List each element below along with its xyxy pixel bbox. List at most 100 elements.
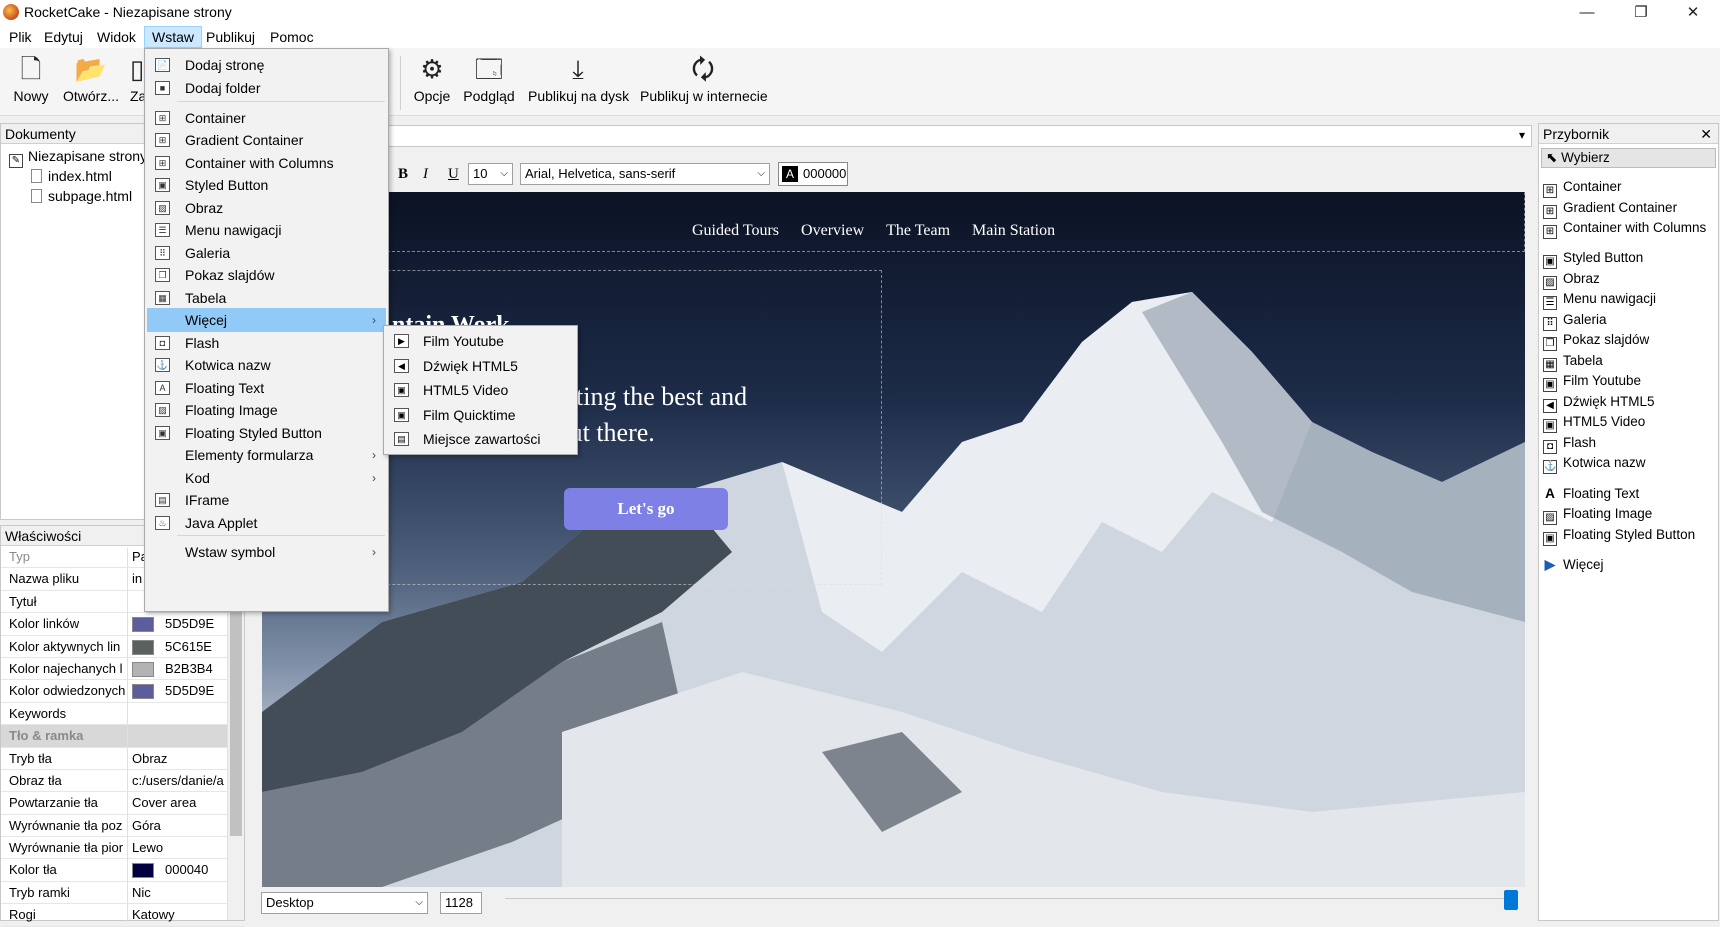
insert-menu-item-gradient-container[interactable]: ⊞ Gradient Container bbox=[147, 128, 386, 152]
toolbox-select[interactable]: ⬉ Wybierz bbox=[1541, 148, 1716, 168]
submenu-item-quicktime[interactable]: ▣ Film Quicktime bbox=[386, 403, 576, 427]
color-swatch[interactable] bbox=[132, 661, 154, 677]
insert-menu-item-table[interactable]: ▦ Tabela bbox=[147, 286, 386, 310]
submenu-item-video[interactable]: ▣ HTML5 Video bbox=[386, 378, 576, 402]
toolbox-item-gradient-container[interactable]: ⊞ Gradient Container bbox=[1543, 198, 1677, 219]
insert-menu-item-image[interactable]: ▨ Obraz bbox=[147, 196, 386, 220]
property-value[interactable]: Cover area bbox=[132, 792, 227, 814]
nav-link-guided-tours[interactable]: Guided Tours bbox=[692, 222, 779, 239]
property-row[interactable]: Kolor linków 5D5D9E bbox=[1, 613, 244, 636]
submenu-item-content-placeholder[interactable]: ▤ Miejsce zawartości bbox=[386, 427, 576, 451]
property-row[interactable]: Obraz tła c:/users/danie/a bbox=[1, 770, 244, 793]
close-button[interactable]: ✕ bbox=[1670, 0, 1716, 26]
toolbox-item-anchor[interactable]: ⚓ Kotwica nazw bbox=[1543, 453, 1646, 474]
close-icon[interactable]: ✕ bbox=[1700, 124, 1712, 144]
toolbox-item-flash[interactable]: ◘ Flash bbox=[1543, 433, 1596, 454]
color-swatch[interactable] bbox=[132, 639, 154, 655]
insert-menu-item-floating-text[interactable]: A Floating Text bbox=[147, 376, 386, 400]
menu-edytuj[interactable]: Edytuj bbox=[37, 26, 90, 48]
property-row[interactable]: Kolor aktywnych lin 5C615E bbox=[1, 636, 244, 658]
toolbox-item-nav-menu[interactable]: ☰ Menu nawigacji bbox=[1543, 289, 1656, 310]
font-family-select[interactable]: Arial, Helvetica, sans-serif ⌵ bbox=[520, 163, 770, 185]
page-width-field[interactable]: 1128 bbox=[440, 892, 482, 914]
insert-menu-item-iframe[interactable]: ▤ IFrame bbox=[147, 488, 386, 512]
toolbox-item-more[interactable]: ▶ Więcej bbox=[1543, 555, 1604, 575]
property-row[interactable]: Keywords bbox=[1, 703, 244, 726]
property-row[interactable]: Wyrównanie tła poz Góra bbox=[1, 815, 244, 838]
font-size-select[interactable]: 10 ⌵ bbox=[468, 163, 513, 185]
insert-menu-item-code[interactable]: Kod › bbox=[147, 466, 386, 490]
insert-menu-item-gallery[interactable]: ⠿ Galeria bbox=[147, 241, 386, 265]
property-value[interactable]: 000040 bbox=[165, 859, 208, 881]
menu-widok[interactable]: Widok bbox=[90, 26, 143, 48]
color-swatch[interactable] bbox=[132, 684, 154, 700]
view-mode-select[interactable]: Desktop ⌵ bbox=[261, 892, 428, 914]
publish-web-button[interactable]: 🗘 Publikuj w internecie bbox=[640, 54, 768, 112]
toolbox-item-image[interactable]: ▨ Obraz bbox=[1543, 269, 1600, 290]
property-row[interactable]: Kolor najechanych l B2B3B4 bbox=[1, 658, 244, 681]
property-value[interactable]: Nic bbox=[132, 882, 227, 904]
insert-menu-item-anchor[interactable]: ⚓ Kotwica nazw bbox=[147, 353, 386, 377]
toolbox-item-slideshow[interactable]: ❐ Pokaz slajdów bbox=[1543, 330, 1649, 351]
page-canvas[interactable]: Guided Tours Overview The Team Main Station… bbox=[262, 192, 1525, 887]
insert-menu-item-nav-menu[interactable]: ☰ Menu nawigacji bbox=[147, 218, 386, 242]
property-row[interactable]: Tryb ramki Nic bbox=[1, 882, 244, 905]
insert-menu-item-styled-button[interactable]: ▣ Styled Button bbox=[147, 173, 386, 197]
new-button[interactable]: 🗋 Nowy bbox=[10, 54, 52, 112]
property-row[interactable]: Kolor odwiedzonych 5D5D9E bbox=[1, 680, 244, 703]
insert-menu-item-slideshow[interactable]: ❐ Pokaz slajdów bbox=[147, 263, 386, 287]
insert-menu-item-container[interactable]: ⊞ Container bbox=[147, 106, 386, 130]
property-row[interactable]: Wyrównanie tła pior Lewo bbox=[1, 837, 244, 860]
insert-menu-item-java-applet[interactable]: ♨ Java Applet bbox=[147, 511, 386, 535]
underline-button[interactable]: U bbox=[448, 162, 459, 186]
options-button[interactable]: ⚙ Opcje bbox=[412, 54, 452, 112]
minimize-button[interactable]: — bbox=[1564, 0, 1610, 26]
property-row[interactable]: Kolor tła 000040 bbox=[1, 859, 244, 882]
width-slider-track[interactable] bbox=[505, 898, 1510, 899]
menu-plik[interactable]: Plik bbox=[2, 26, 39, 48]
insert-menu-item-container-columns[interactable]: ⊞ Container with Columns bbox=[147, 151, 386, 175]
bold-button[interactable]: B bbox=[398, 162, 408, 186]
insert-menu-item-add-page[interactable]: 📄 Dodaj stronę bbox=[147, 53, 386, 77]
toolbox-item-youtube[interactable]: ▣ Film Youtube bbox=[1543, 371, 1641, 392]
insert-menu-item-more[interactable]: Więcej › bbox=[147, 308, 386, 332]
preview-button[interactable]: 🗔 Podgląd bbox=[462, 54, 516, 112]
insert-menu-item-floating-image[interactable]: ▨ Floating Image bbox=[147, 398, 386, 422]
property-value[interactable]: 5D5D9E bbox=[165, 680, 214, 702]
width-slider-thumb[interactable] bbox=[1504, 890, 1518, 910]
toolbox-item-container-columns[interactable]: ⊞ Container with Columns bbox=[1543, 218, 1706, 239]
insert-menu-item-insert-symbol[interactable]: Wstaw symbol › bbox=[147, 540, 386, 564]
publish-disk-button[interactable]: ⤓ Publikuj na dysk bbox=[528, 54, 629, 112]
property-value[interactable]: 5D5D9E bbox=[165, 613, 214, 635]
insert-menu-item-form-elements[interactable]: Elementy formularza › bbox=[147, 443, 386, 467]
text-color-picker[interactable]: A 000000 bbox=[778, 162, 848, 186]
open-button[interactable]: 📂 Otwórz... bbox=[62, 54, 120, 112]
toolbox-item-floating-button[interactable]: ▣ Floating Styled Button bbox=[1543, 525, 1695, 546]
toolbox-item-video[interactable]: ▣ HTML5 Video bbox=[1543, 412, 1645, 433]
toolbox-item-table[interactable]: ▦ Tabela bbox=[1543, 351, 1603, 372]
submenu-item-audio[interactable]: ◀ Dźwięk HTML5 bbox=[386, 354, 576, 378]
property-value[interactable]: Góra bbox=[132, 815, 227, 837]
maximize-button[interactable]: ❐ bbox=[1618, 0, 1664, 26]
color-swatch[interactable] bbox=[132, 863, 154, 879]
property-value[interactable]: B2B3B4 bbox=[165, 658, 213, 680]
nav-link-the-team[interactable]: The Team bbox=[886, 222, 950, 239]
nav-link-overview[interactable]: Overview bbox=[801, 222, 864, 239]
toolbox-item-floating-image[interactable]: ▨ Floating Image bbox=[1543, 504, 1652, 525]
color-swatch[interactable] bbox=[132, 617, 154, 633]
toolbox-item-gallery[interactable]: ⠿ Galeria bbox=[1543, 310, 1607, 331]
insert-menu-item-add-folder[interactable]: ■ Dodaj folder bbox=[147, 76, 386, 100]
toolbox-item-styled-button[interactable]: ▣ Styled Button bbox=[1543, 248, 1643, 269]
property-row[interactable]: Rogi Katowy bbox=[1, 904, 244, 927]
italic-button[interactable]: I bbox=[423, 162, 428, 186]
insert-menu-item-floating-button[interactable]: ▣ Floating Styled Button bbox=[147, 421, 386, 445]
property-row[interactable]: Tryb tła Obraz bbox=[1, 748, 244, 770]
insert-menu-item-flash[interactable]: ◘ Flash bbox=[147, 331, 386, 355]
property-value[interactable]: Lewo bbox=[132, 837, 227, 859]
nav-link-main-station[interactable]: Main Station bbox=[972, 222, 1055, 239]
menu-wstaw[interactable]: Wstaw bbox=[144, 26, 202, 48]
menu-pomoc[interactable]: Pomoc bbox=[263, 26, 321, 48]
toolbox-item-container[interactable]: ⊞ Container bbox=[1543, 177, 1622, 198]
cta-button[interactable]: Let's go bbox=[564, 488, 728, 530]
property-value[interactable]: 5C615E bbox=[165, 636, 212, 658]
